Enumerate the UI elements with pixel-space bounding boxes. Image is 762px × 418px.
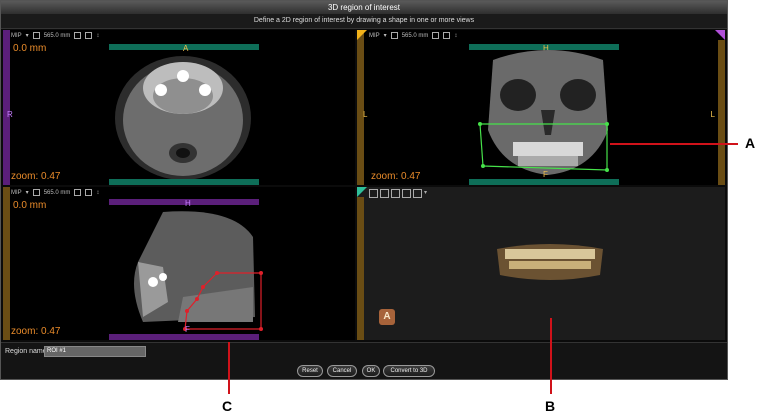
reset-button[interactable]: Reset [297, 365, 323, 377]
grid-icon[interactable] [85, 189, 93, 196]
bottom-panel: Region name: ROI #1 Reset Cancel OK Conv… [1, 342, 727, 379]
coronal-toolbar: MIP ▾ 565.0 mm ↕ [369, 32, 457, 39]
callout-b-line [550, 318, 552, 394]
three-d-orange-bar [357, 197, 364, 340]
sagittal-top-guide[interactable] [109, 199, 259, 205]
sagittal-orient-bottom: F [185, 325, 190, 334]
fit-icon[interactable] [74, 189, 82, 196]
callout-a-line [610, 143, 738, 145]
fit-icon[interactable] [432, 32, 440, 39]
mode-selector[interactable]: MIP [11, 33, 22, 39]
chevron-down-icon[interactable]: ▾ [26, 32, 29, 39]
coronal-orient-bottom: F [543, 170, 548, 179]
layout-icon[interactable] [413, 189, 422, 198]
sagittal-toolbar: MIP ▾ 565.0 mm ↕ [11, 189, 99, 196]
thickness-value: 565.0 mm [43, 32, 71, 39]
sagittal-orange-bar [3, 187, 10, 340]
callout-b: B [545, 398, 556, 414]
coronal-bottom-guide[interactable] [469, 179, 619, 185]
mode-selector[interactable]: MIP [369, 33, 380, 39]
sort-icon[interactable]: ↕ [454, 33, 457, 39]
coronal-right-bar [718, 40, 725, 185]
chevron-down-icon[interactable]: ▾ [424, 189, 427, 198]
grid-icon[interactable] [85, 32, 93, 39]
viewport-corner-teal [357, 187, 367, 197]
window-title: 3D region of interest [1, 1, 727, 14]
coronal-roi-shape[interactable] [477, 122, 612, 174]
thickness-value: 565.0 mm [401, 32, 429, 39]
layout-icon[interactable] [391, 189, 400, 198]
axial-depth: 0.0 mm [13, 43, 47, 54]
axial-orient-left: R [7, 110, 13, 119]
three-d-toolbar: ▾ [369, 189, 427, 198]
region-name-label: Region name: [5, 348, 49, 355]
viewport-corner-purple [715, 30, 725, 40]
copy-icon[interactable] [32, 32, 40, 39]
coronal-orient-right: L [710, 110, 715, 119]
sagittal-bottom-guide[interactable] [109, 334, 259, 340]
coronal-orange-bar [357, 30, 364, 185]
instruction-text: Define a 2D region of interest by drawin… [1, 14, 727, 29]
axial-zoom: zoom: 0.47 [11, 171, 61, 182]
callout-c: C [222, 398, 233, 414]
copy-icon[interactable] [32, 189, 40, 196]
axial-toolbar: MIP ▾ 565.0 mm ↕ [11, 32, 99, 39]
three-d-viewport[interactable]: ▾ [357, 187, 725, 340]
three-d-jaw-render [497, 244, 603, 280]
ok-button[interactable]: OK [362, 365, 380, 377]
sagittal-viewport[interactable]: MIP ▾ 565.0 mm ↕ 0.0 mm H F zoom: 0.47 [3, 187, 355, 340]
coronal-viewport[interactable]: MIP ▾ 565.0 mm ↕ H L L F zoom: 0.47 [357, 30, 725, 185]
viewport-corner-orange [357, 30, 367, 40]
layout-icon[interactable] [402, 189, 411, 198]
fit-icon[interactable] [74, 32, 82, 39]
sort-icon[interactable]: ↕ [96, 190, 99, 196]
orientation-badge[interactable]: A [379, 309, 395, 325]
layout-icon[interactable] [380, 189, 389, 198]
sagittal-depth: 0.0 mm [13, 200, 47, 211]
sagittal-zoom: zoom: 0.47 [11, 326, 61, 337]
coronal-zoom: zoom: 0.47 [371, 171, 421, 182]
sagittal-roi-shape[interactable] [181, 269, 265, 333]
coronal-orient-left: L [363, 110, 368, 119]
axial-purple-bar [3, 30, 10, 185]
sort-icon[interactable]: ↕ [96, 33, 99, 39]
region-name-input[interactable]: ROI #1 [44, 346, 146, 357]
axial-bottom-guide[interactable] [109, 179, 259, 185]
axial-scan-image [115, 56, 251, 180]
callout-a: A [745, 135, 756, 151]
chevron-down-icon[interactable]: ▾ [384, 32, 387, 39]
convert-to-3d-button[interactable]: Convert to 3D [383, 365, 435, 377]
layout-icon[interactable] [369, 189, 378, 198]
callout-c-line [228, 342, 230, 394]
copy-icon[interactable] [390, 32, 398, 39]
roi-dialog-window: 3D region of interest Define a 2D region… [0, 0, 728, 380]
cancel-button[interactable]: Cancel [327, 365, 357, 377]
thickness-value: 565.0 mm [43, 189, 71, 196]
axial-viewport[interactable]: MIP ▾ 565.0 mm ↕ 0.0 mm A R zoom: 0.47 [3, 30, 355, 185]
grid-icon[interactable] [443, 32, 451, 39]
chevron-down-icon[interactable]: ▾ [26, 189, 29, 196]
mode-selector[interactable]: MIP [11, 190, 22, 196]
